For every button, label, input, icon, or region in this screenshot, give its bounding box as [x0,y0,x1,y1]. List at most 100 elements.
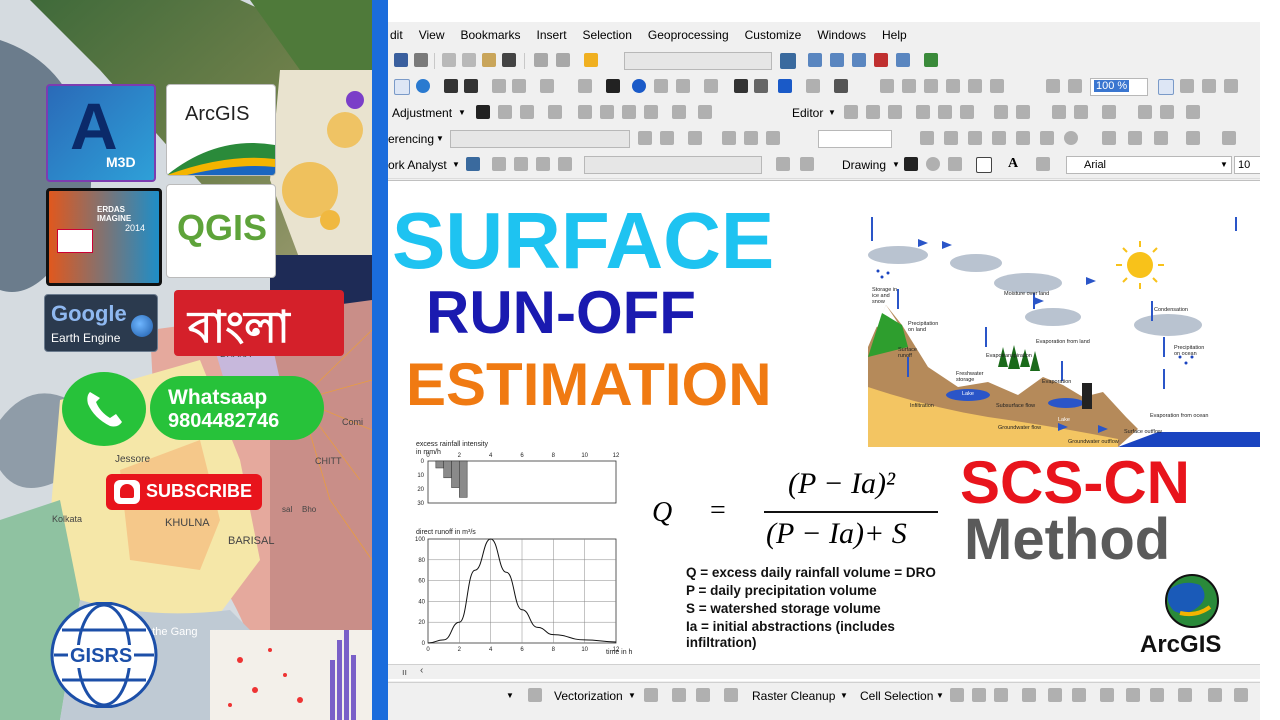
rotate-icon[interactable] [638,131,652,145]
layout-forward-icon[interactable] [1068,79,1082,93]
georef-extra-icon-2[interactable] [766,131,780,145]
edge-match-icon[interactable] [698,105,712,119]
menu-customize[interactable]: Customize [737,28,810,42]
map-scale-combo[interactable] [624,52,772,70]
network-extra-icon-2[interactable] [800,157,814,171]
layout-fixed-zoom-icon[interactable] [990,79,1004,93]
georef-extra-icon[interactable] [744,131,758,145]
cell-tool-icon-2[interactable] [972,688,986,702]
zoom-whole-page-icon[interactable] [946,79,960,93]
georef-tool-icon-3[interactable] [968,131,982,145]
font-dropdown-icon[interactable]: ▼ [1220,160,1228,169]
menu-insert[interactable]: Insert [529,28,575,42]
autodesk-map3d-badge[interactable]: A M3D [46,84,156,182]
add-control-points-icon[interactable] [688,131,702,145]
new-text-label[interactable]: A [1008,156,1018,172]
multiple-displacement-icon[interactable] [548,105,562,119]
forward-extent-icon[interactable] [512,79,526,93]
spatial-adjustment-dropdown-icon[interactable]: ▼ [458,108,466,117]
erdas-imagine-badge[interactable]: ERDAS IMAGINE 2014 [46,188,162,286]
delete-icon[interactable] [502,53,516,67]
network-analyst-window-icon[interactable] [466,157,480,171]
gisrs-logo[interactable]: GISRS [50,601,158,709]
solve-icon[interactable] [536,157,550,171]
scroll-pause-icon[interactable]: ıı [402,667,407,677]
menu-view[interactable]: View [411,28,453,42]
georef-input-box[interactable] [818,130,892,148]
editor-toolbar-icon[interactable] [780,53,796,69]
toggle-draft-mode-icon[interactable] [1158,79,1174,95]
focus-data-frame-icon[interactable] [1180,79,1194,93]
new-limited-adjust-area-icon[interactable] [600,105,614,119]
pan-icon[interactable] [394,79,410,95]
arctoolbox-icon[interactable] [874,53,888,67]
zoom-out-fixed-icon[interactable] [464,79,478,93]
cut-icon[interactable] [442,53,456,67]
undo-icon[interactable] [534,53,548,67]
georef-tool-icon-7[interactable] [1064,131,1078,145]
cell-tool-icon-11[interactable] [1208,688,1222,702]
identify-icon[interactable] [632,79,646,93]
georef-tool-icon[interactable] [920,131,934,145]
globe-icon[interactable] [416,79,430,93]
georeferencing-dropdown-icon[interactable]: ▼ [436,134,444,143]
subscribe-button[interactable]: SUBSCRIBE [106,474,262,510]
cell-tool-icon[interactable] [950,688,964,702]
georeferencing-layer-combo[interactable] [450,130,630,148]
editor-extra-icon[interactable] [1138,105,1152,119]
view-link-table-geo-icon[interactable] [722,131,736,145]
georef-tool-icon-10[interactable] [1154,131,1168,145]
horizontal-scrollbar[interactable]: ıı ‹ [388,664,1260,679]
georef-tool-icon-9[interactable] [1128,131,1142,145]
arcgis-badge[interactable]: ArcGIS [166,84,276,176]
attributes-icon[interactable] [1052,105,1066,119]
editor-menu[interactable]: Editor [792,106,823,120]
layout-pan-icon[interactable] [924,79,938,93]
raster-cleanup-tool-icon[interactable] [724,688,738,702]
georef-tool-icon-6[interactable] [1040,131,1054,145]
find-route-icon[interactable] [754,79,768,93]
edit-vertices-draw-icon[interactable] [1036,157,1050,171]
network-layer-combo[interactable] [584,156,762,174]
create-network-location-icon[interactable] [492,157,506,171]
georef-tool-icon-2[interactable] [944,131,958,145]
hyperlink-icon[interactable] [654,79,668,93]
layout-back-icon[interactable] [1046,79,1060,93]
reshape-feature-icon[interactable] [938,105,952,119]
editor-extra-icon-3[interactable] [1186,105,1200,119]
sketch-properties-icon[interactable] [1074,105,1088,119]
print-icon[interactable] [414,53,428,67]
bangla-badge[interactable]: বাংলা [174,290,344,356]
cell-selection-dropdown-icon[interactable]: ▼ [936,691,944,700]
select-network-location-icon[interactable] [514,157,528,171]
zoom-in-fixed-icon[interactable] [444,79,458,93]
cell-tool-icon-8[interactable] [1126,688,1140,702]
menu-selection[interactable]: Selection [575,28,640,42]
cell-tool-icon-7[interactable] [1100,688,1114,702]
cell-tool-icon-10[interactable] [1178,688,1192,702]
select-features-icon[interactable] [540,79,554,93]
html-popup-icon[interactable] [676,79,690,93]
editor-extra-icon-2[interactable] [1160,105,1174,119]
clear-limited-adjust-icon[interactable] [622,105,636,119]
google-earth-engine-badge[interactable]: Google Earth Engine [44,294,158,352]
georef-tool-icon-4[interactable] [992,131,1006,145]
view-link-table-icon[interactable] [644,105,658,119]
select-elements-icon[interactable] [606,79,620,93]
go-to-xy-icon[interactable] [778,79,792,93]
modify-link-icon[interactable] [520,105,534,119]
new-identity-link-icon[interactable] [578,105,592,119]
cell-tool-icon-12[interactable] [1234,688,1248,702]
find-icon[interactable] [734,79,748,93]
cell-tool-icon-9[interactable] [1150,688,1164,702]
cell-tool-icon-6[interactable] [1072,688,1086,702]
drawing-menu[interactable]: Drawing [842,158,886,172]
editor-dropdown-icon[interactable]: ▼ [828,108,836,117]
vectorization-tool-icon-3[interactable] [696,688,710,702]
drawing-dropdown-icon[interactable]: ▼ [892,160,900,169]
whatsapp-badge[interactable]: Whatsaap 9804482746 [62,372,324,446]
bottom-dropdown-icon[interactable]: ▼ [506,691,514,700]
new-displacement-link-icon[interactable] [498,105,512,119]
edit-vertices-icon[interactable] [916,105,930,119]
georeferencing-menu[interactable]: erencing [388,132,434,146]
